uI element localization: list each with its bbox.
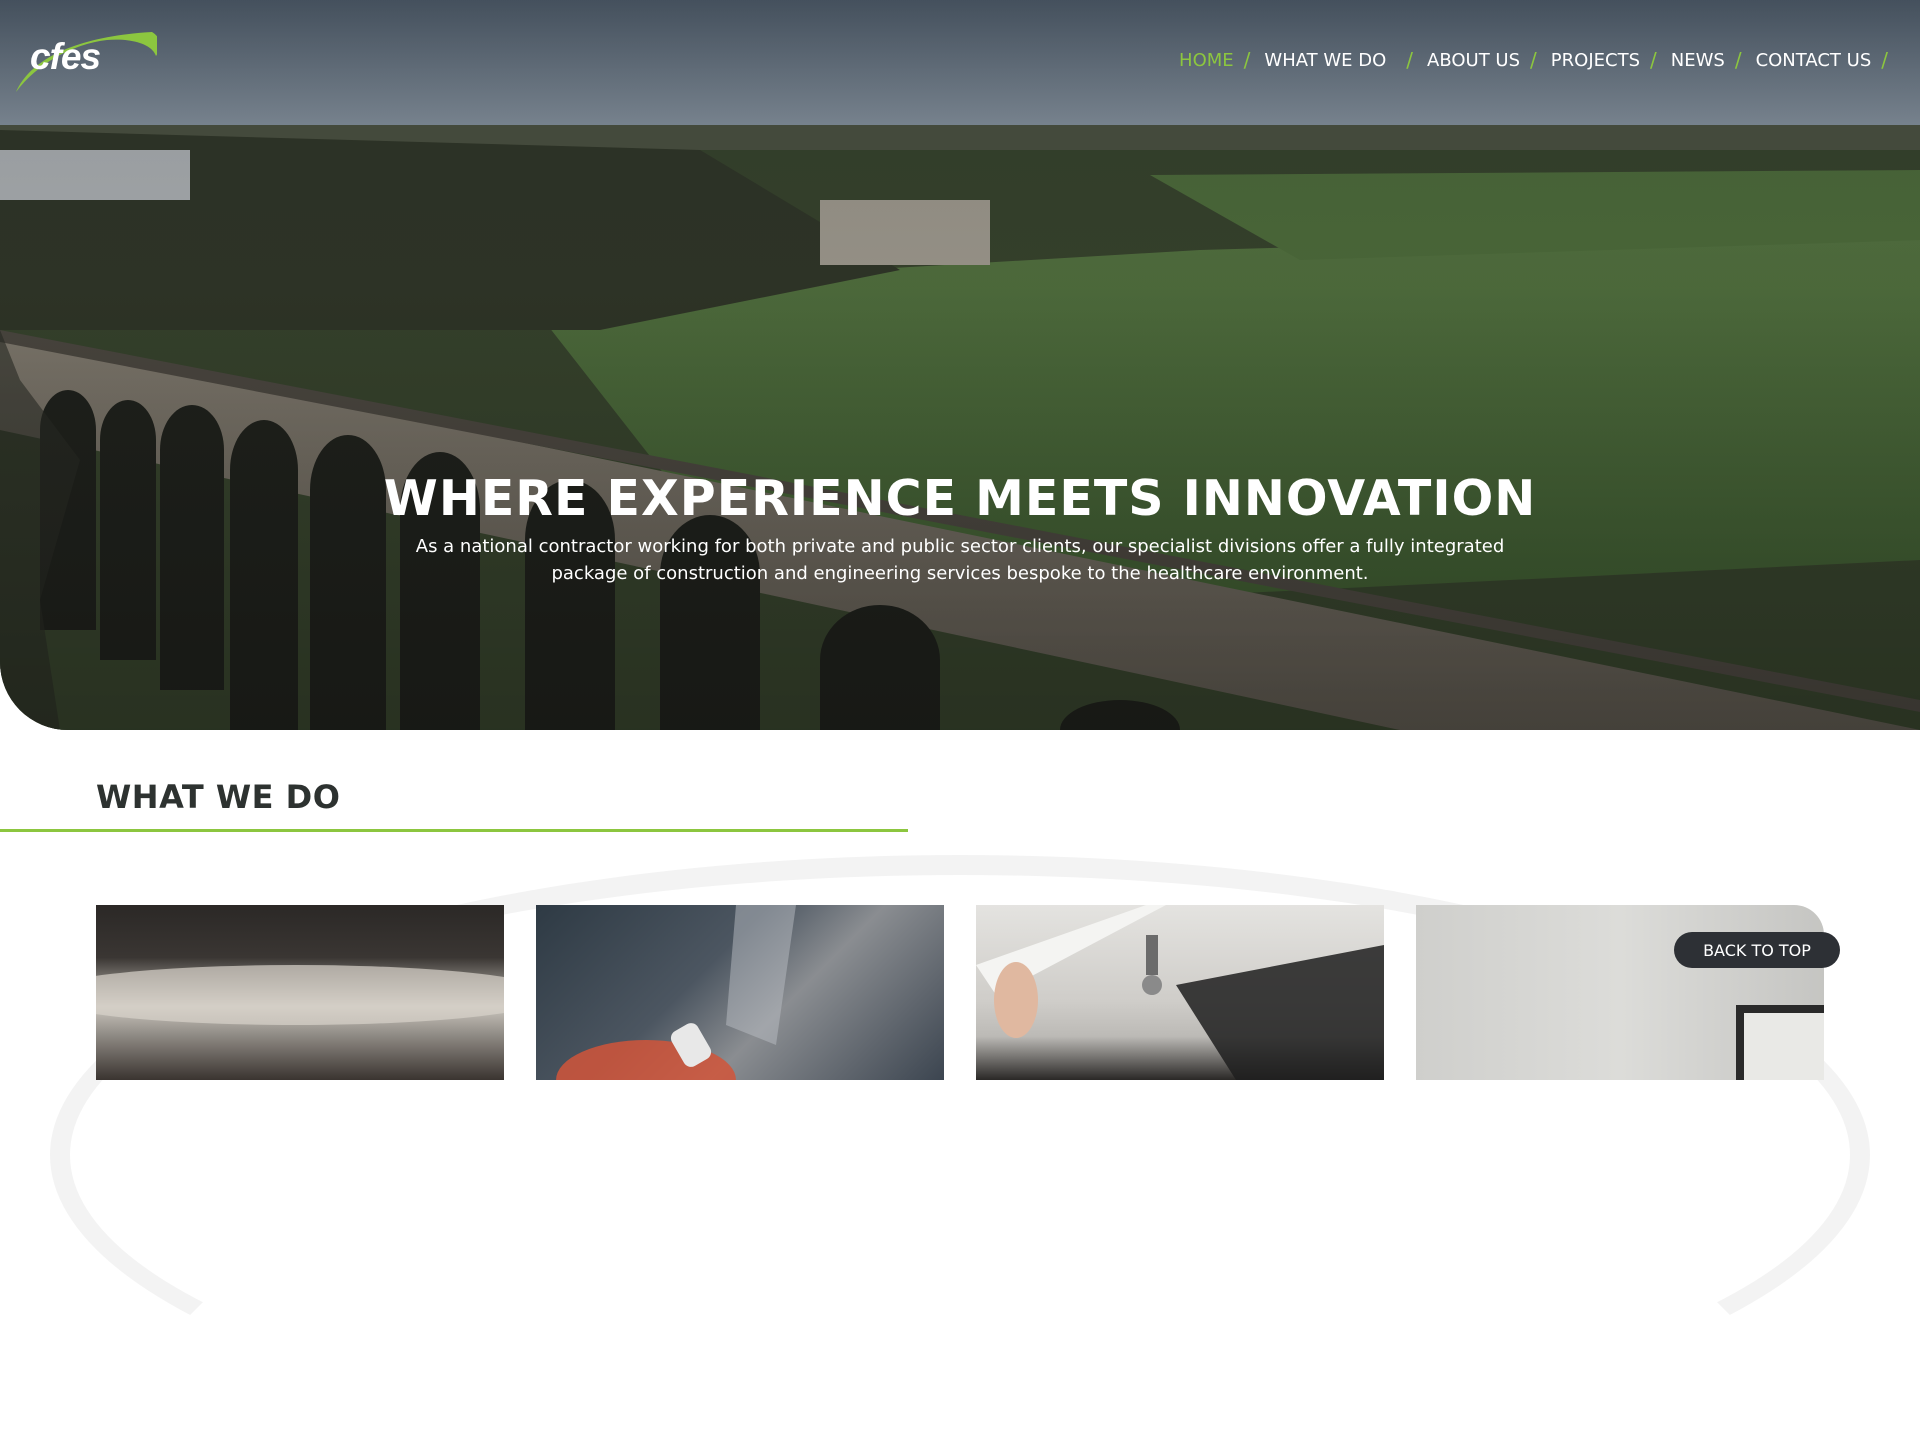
nav-separator: / (1530, 48, 1537, 72)
nav-item-about-us[interactable]: ABOUT US (1425, 50, 1522, 71)
section-divider (0, 829, 908, 832)
nav-item-home[interactable]: HOME (1177, 50, 1236, 71)
hero-overlay (0, 0, 1920, 730)
nav-item-projects[interactable]: PROJECTS (1549, 50, 1642, 71)
back-to-top-button[interactable]: BACK TO TOP (1674, 932, 1840, 968)
nav-item-contact-us[interactable]: CONTACT US (1754, 50, 1874, 71)
main-nav: HOME / WHAT WE DO / ABOUT US / PROJECTS … (1177, 48, 1900, 72)
service-card-2[interactable] (536, 905, 944, 1080)
nav-separator: / (1406, 48, 1414, 72)
service-card-3[interactable] (976, 905, 1384, 1080)
nav-separator: / (1243, 48, 1251, 72)
hero-title: WHERE EXPERIENCE MEETS INNOVATION (383, 470, 1537, 527)
service-card-1[interactable] (96, 905, 504, 1080)
nav-separator: / (1881, 48, 1888, 72)
nav-item-news[interactable]: NEWS (1669, 50, 1727, 71)
nav-item-what-we-do[interactable]: WHAT WE DO (1262, 50, 1388, 71)
logo-text: cfes (30, 36, 101, 77)
hands-tools-image (556, 905, 796, 1080)
hero-subtitle: As a national contractor working for bot… (415, 536, 1505, 584)
blurred-material-image (96, 965, 504, 1025)
ceiling-sprinkler-image (976, 905, 1384, 1080)
nav-separator: / (1734, 48, 1742, 72)
what-we-do-heading: WHAT WE DO (96, 778, 341, 816)
nav-separator: / (1650, 48, 1657, 72)
hero-banner: cfes HOME / WHAT WE DO / ABOUT US / PROJ… (0, 0, 1920, 730)
